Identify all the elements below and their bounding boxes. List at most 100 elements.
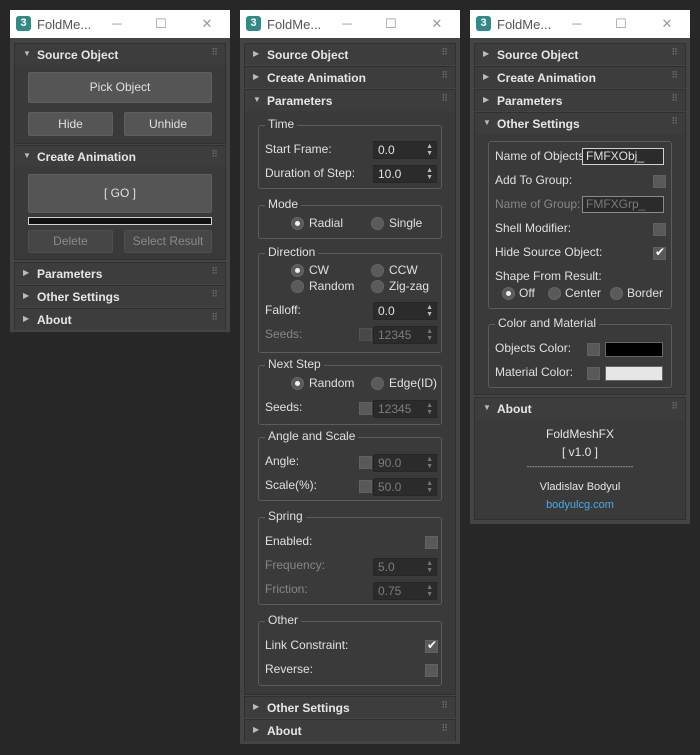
angle-checkbox[interactable]: [359, 456, 372, 469]
grip-icon: ⠿: [441, 70, 448, 80]
frequency-spinner[interactable]: 5.0 ▲ ▼: [373, 558, 437, 576]
material-color-swatch[interactable]: [605, 366, 663, 381]
collapse-arrow-icon: ▼: [23, 49, 31, 58]
scale-checkbox[interactable]: [359, 480, 372, 493]
group-other: Other Link Constraint: ✔ Reverse:: [258, 613, 442, 686]
pick-object-button[interactable]: Pick Object: [28, 72, 212, 103]
spinner-value: 0.0: [378, 143, 395, 157]
spring-enabled-checkbox[interactable]: [425, 536, 438, 549]
spinner-arrows-icon[interactable]: ▲ ▼: [426, 167, 433, 181]
maximize-icon[interactable]: ☐: [380, 14, 402, 34]
rollout-header[interactable]: ▼ Parameters ⠿: [245, 90, 455, 111]
rollout-header[interactable]: ▶ Create Animation ⠿: [245, 67, 455, 88]
link-constraint-checkbox[interactable]: ✔: [425, 638, 438, 653]
close-icon[interactable]: ✕: [426, 14, 448, 34]
hide-source-label: Hide Source Object:: [495, 245, 603, 259]
single-radio[interactable]: [371, 217, 384, 230]
rollout-header[interactable]: ▶ Other Settings ⠿: [245, 697, 455, 718]
friction-label: Friction:: [265, 582, 308, 596]
next-seeds-spinner[interactable]: 12345 ▲ ▼: [373, 400, 437, 418]
minimize-icon[interactable]: ─: [106, 14, 128, 34]
radial-label: Radial: [309, 216, 344, 230]
shell-modifier-checkbox[interactable]: [653, 223, 666, 236]
spinner-arrows-icon[interactable]: ▲ ▼: [426, 456, 433, 470]
rollout-header[interactable]: ▶ About ⠿: [245, 720, 455, 741]
radial-radio[interactable]: [291, 217, 304, 230]
rollout-header[interactable]: ▶ Create Animation ⠿: [475, 67, 685, 88]
minimize-icon[interactable]: ─: [566, 14, 588, 34]
close-icon[interactable]: ✕: [656, 14, 678, 34]
zigzag-radio[interactable]: [371, 280, 384, 293]
grip-icon: ⠿: [441, 93, 448, 103]
falloff-spinner[interactable]: 0.0 ▲ ▼: [373, 302, 437, 320]
reverse-checkbox[interactable]: [425, 664, 438, 677]
expand-arrow-icon: ▶: [23, 268, 30, 277]
shape-off-radio[interactable]: [502, 287, 515, 300]
maximize-icon[interactable]: ☐: [150, 14, 172, 34]
shape-center-radio[interactable]: [548, 287, 561, 300]
group-title: Spring: [265, 509, 306, 523]
cw-radio[interactable]: [291, 264, 304, 277]
direction-seeds-spinner[interactable]: 12345 ▲ ▼: [373, 326, 437, 344]
ccw-radio[interactable]: [371, 264, 384, 277]
rollout-header[interactable]: ▼ Other Settings ⠿: [475, 113, 685, 134]
group-title: Mode: [265, 197, 302, 211]
rollout-header[interactable]: ▼ Source Object ⠿: [15, 44, 225, 65]
hide-button[interactable]: Hide: [28, 112, 113, 136]
shape-border-radio[interactable]: [610, 287, 623, 300]
objects-color-swatch[interactable]: [605, 342, 663, 357]
spinner-arrows-icon[interactable]: ▲ ▼: [426, 143, 433, 157]
spinner-arrows-icon[interactable]: ▲ ▼: [426, 402, 433, 416]
rollout-header[interactable]: ▶ Parameters ⠿: [475, 90, 685, 111]
duration-label: Duration of Step:: [265, 166, 356, 180]
expand-arrow-icon: ▶: [253, 72, 260, 81]
duration-spinner[interactable]: 10.0 ▲ ▼: [373, 165, 437, 183]
delete-button[interactable]: Delete: [28, 230, 113, 253]
add-to-group-checkbox[interactable]: [653, 175, 666, 188]
rollout-header[interactable]: ▼ Create Animation ⠿: [15, 146, 225, 167]
direction-seeds-checkbox[interactable]: [359, 328, 372, 341]
select-result-button[interactable]: Select Result: [124, 230, 212, 253]
hide-source-checkbox[interactable]: ✔: [653, 245, 666, 260]
grip-icon: ⠿: [441, 47, 448, 57]
material-color-checkbox[interactable]: [587, 367, 600, 380]
spinner-arrows-icon[interactable]: ▲ ▼: [426, 584, 433, 598]
shape-off-label: Off: [519, 286, 535, 300]
unhide-button[interactable]: Unhide: [124, 112, 212, 136]
grip-icon: ⠿: [671, 401, 678, 411]
next-random-radio[interactable]: [291, 377, 304, 390]
rollout-header[interactable]: ▶ Source Object ⠿: [475, 44, 685, 65]
scale-spinner[interactable]: 50.0 ▲ ▼: [373, 478, 437, 496]
minimize-icon[interactable]: ─: [336, 14, 358, 34]
rollout-title: Parameters: [267, 94, 333, 108]
spinner-arrows-icon[interactable]: ▲ ▼: [426, 328, 433, 342]
rollout-create-animation: ▶ Create Animation ⠿: [244, 66, 456, 88]
material-color-label: Material Color:: [495, 365, 574, 379]
start-frame-spinner[interactable]: 0.0 ▲ ▼: [373, 141, 437, 159]
rollout-header[interactable]: ▶ Source Object ⠿: [245, 44, 455, 65]
go-button[interactable]: [ GO ]: [28, 174, 212, 213]
spinner-arrows-icon[interactable]: ▲ ▼: [426, 480, 433, 494]
spinner-arrows-icon[interactable]: ▲ ▼: [426, 560, 433, 574]
rollout-header[interactable]: ▶ Parameters ⠿: [15, 263, 225, 284]
rollout-header[interactable]: ▶ About ⠿: [15, 309, 225, 330]
edge-id-radio[interactable]: [371, 377, 384, 390]
name-of-group-input[interactable]: FMFXGrp_: [582, 196, 664, 213]
close-icon[interactable]: ✕: [196, 14, 218, 34]
start-frame-label: Start Frame:: [265, 142, 332, 156]
angle-spinner[interactable]: 90.0 ▲ ▼: [373, 454, 437, 472]
about-link[interactable]: bodyulcg.com: [475, 499, 685, 511]
spinner-arrows-icon[interactable]: ▲ ▼: [426, 304, 433, 318]
name-of-objects-input[interactable]: FMFXObj_: [582, 148, 664, 165]
random-direction-radio[interactable]: [291, 280, 304, 293]
spinner-value: 10.0: [378, 167, 402, 181]
objects-color-checkbox[interactable]: [587, 343, 600, 356]
progress-bar: [28, 217, 212, 225]
friction-spinner[interactable]: 0.75 ▲ ▼: [373, 582, 437, 600]
about-product: FoldMeshFX: [545, 427, 615, 441]
rollout-header[interactable]: ▼ About ⠿: [475, 398, 685, 419]
next-seeds-checkbox[interactable]: [359, 402, 372, 415]
maximize-icon[interactable]: ☐: [610, 14, 632, 34]
frequency-label: Frequency:: [265, 558, 326, 572]
rollout-header[interactable]: ▶ Other Settings ⠿: [15, 286, 225, 307]
